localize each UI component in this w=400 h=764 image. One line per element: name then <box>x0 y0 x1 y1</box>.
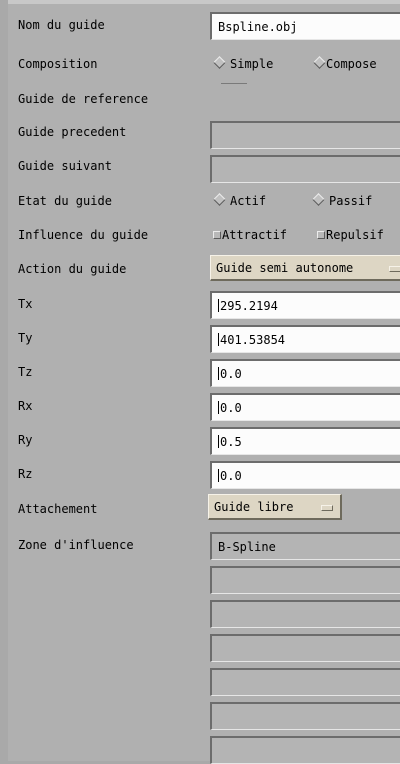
text-cursor <box>218 299 219 312</box>
label-action-du-guide: Action du guide <box>18 262 127 276</box>
option-menu-indicator-icon <box>321 505 333 511</box>
rx-field[interactable]: 0.0 <box>210 393 400 421</box>
label-rz: Rz <box>18 467 33 481</box>
composition-radio-simple[interactable]: Simple <box>213 56 274 71</box>
reference-separator <box>221 83 247 84</box>
nom-du-guide-value: Bspline.obj <box>218 20 298 34</box>
checkbox-icon <box>213 231 221 239</box>
etat-passif-label: Passif <box>329 194 373 208</box>
rz-value: 0.0 <box>220 469 242 483</box>
zone-list-item[interactable] <box>210 668 400 696</box>
attachement-menu[interactable]: Guide libre <box>208 494 342 520</box>
influence-check-attractif[interactable]: Attractif <box>213 228 287 242</box>
composition-compose-label: Compose <box>326 57 377 71</box>
tx-field[interactable]: 295.2194 <box>210 291 400 319</box>
ty-field[interactable]: 401.53854 <box>210 325 400 353</box>
tx-value: 295.2194 <box>220 299 278 313</box>
label-tx: Tx <box>18 297 33 311</box>
action-du-guide-menu[interactable]: Guide semi autonome <box>210 255 400 281</box>
zone-list-item[interactable]: B-Spline <box>210 532 400 560</box>
text-cursor <box>218 435 219 448</box>
text-cursor <box>218 469 219 482</box>
text-cursor <box>218 367 219 380</box>
guide-precedent-field[interactable] <box>210 121 400 149</box>
guide-properties-panel: Nom du guide Bspline.obj Composition Sim… <box>8 0 400 764</box>
radio-diamond-icon <box>213 56 226 69</box>
action-du-guide-value: Guide semi autonome <box>216 261 354 275</box>
label-guide-precedent: Guide precedent <box>18 125 127 139</box>
rx-value: 0.0 <box>220 401 242 415</box>
radio-diamond-icon <box>213 193 226 206</box>
label-guide-suivant: Guide suivant <box>18 159 112 173</box>
ry-value: 0.5 <box>220 435 242 449</box>
rz-field[interactable]: 0.0 <box>210 461 400 489</box>
influence-attractif-label: Attractif <box>222 228 288 242</box>
etat-radio-passif[interactable]: Passif <box>312 193 373 208</box>
composition-radio-compose[interactable]: Compose <box>313 56 377 71</box>
radio-diamond-icon <box>313 56 326 69</box>
radio-diamond-icon <box>312 193 325 206</box>
checkbox-icon <box>317 231 325 239</box>
attachement-value: Guide libre <box>214 500 294 514</box>
zone-item-text: B-Spline <box>218 540 276 554</box>
zone-list-item[interactable] <box>210 600 400 628</box>
zone-list-item[interactable] <box>210 566 400 594</box>
nom-du-guide-field[interactable]: Bspline.obj <box>210 12 400 40</box>
guide-suivant-field[interactable] <box>210 155 400 183</box>
text-cursor <box>218 333 219 346</box>
zone-list-item[interactable] <box>210 702 400 730</box>
label-guide-de-reference: Guide de reference <box>18 92 149 106</box>
ry-field[interactable]: 0.5 <box>210 427 400 455</box>
zone-list-item[interactable] <box>210 736 400 764</box>
label-rx: Rx <box>18 399 33 413</box>
tz-field[interactable]: 0.0 <box>210 359 400 387</box>
label-ty: Ty <box>18 331 33 345</box>
label-ry: Ry <box>18 433 33 447</box>
label-composition: Composition <box>18 57 98 71</box>
label-attachement: Attachement <box>18 502 98 516</box>
label-etat-du-guide: Etat du guide <box>18 194 112 208</box>
ty-value: 401.53854 <box>220 333 286 347</box>
option-menu-indicator-icon <box>389 266 400 272</box>
influence-repulsif-label: Repulsif <box>326 228 384 242</box>
influence-check-repulsif[interactable]: Repulsif <box>317 228 384 242</box>
text-cursor <box>218 401 219 414</box>
label-influence-du-guide: Influence du guide <box>18 228 149 242</box>
etat-actif-label: Actif <box>230 194 267 208</box>
tz-value: 0.0 <box>220 367 242 381</box>
label-nom-du-guide: Nom du guide <box>18 18 105 32</box>
etat-radio-actif[interactable]: Actif <box>213 193 267 208</box>
zone-list-item[interactable] <box>210 634 400 662</box>
composition-simple-label: Simple <box>230 57 274 71</box>
label-zone-d-influence: Zone d'influence <box>18 538 134 552</box>
label-tz: Tz <box>18 365 33 379</box>
